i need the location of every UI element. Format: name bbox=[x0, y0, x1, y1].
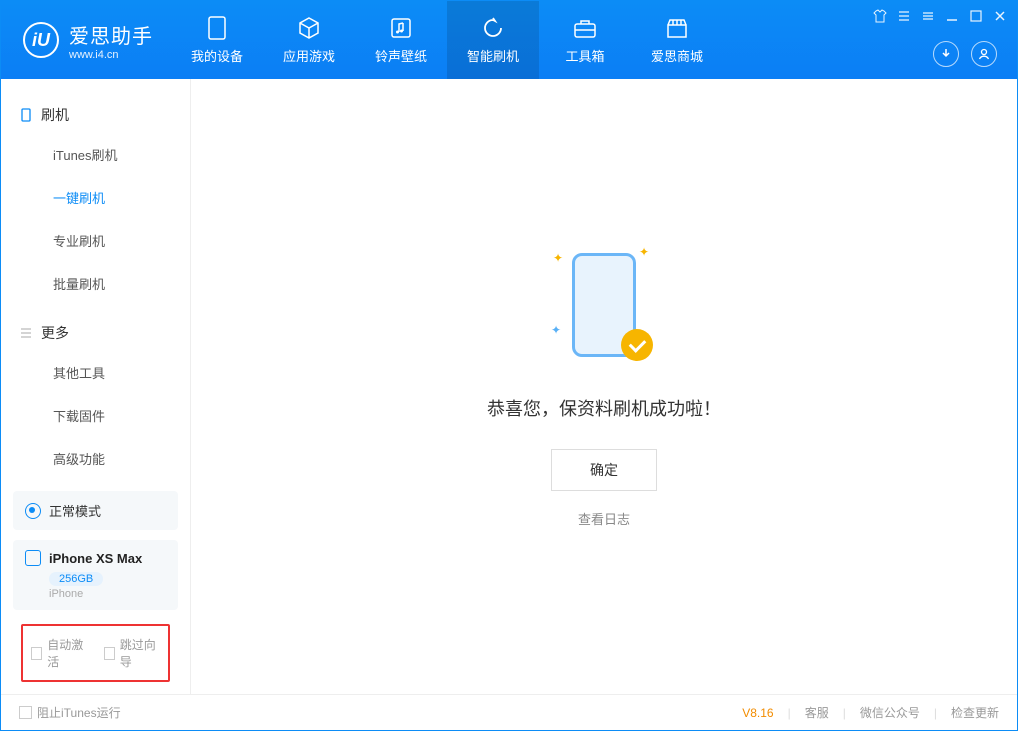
shirt-icon[interactable] bbox=[873, 9, 887, 23]
checkbox-label: 自动激活 bbox=[47, 636, 87, 670]
flash-options-highlight: 自动激活 跳过向导 bbox=[21, 624, 170, 682]
tab-label: 铃声壁纸 bbox=[375, 46, 427, 65]
tab-label: 爱思商城 bbox=[651, 46, 703, 65]
sidebar-item-pro-flash[interactable]: 专业刷机 bbox=[1, 219, 190, 262]
minimize-icon[interactable] bbox=[945, 9, 959, 23]
footer-link-update[interactable]: 检查更新 bbox=[951, 704, 999, 721]
app-name: 爱思助手 bbox=[69, 20, 153, 49]
view-log-link[interactable]: 查看日志 bbox=[578, 509, 630, 528]
tab-label: 工具箱 bbox=[565, 46, 604, 65]
store-icon bbox=[665, 16, 689, 40]
sidebar-item-download-firmware[interactable]: 下载固件 bbox=[1, 394, 190, 437]
device-icon bbox=[205, 16, 229, 40]
footer-link-wechat[interactable]: 微信公众号 bbox=[860, 704, 920, 721]
device-mode-card[interactable]: 正常模式 bbox=[13, 491, 178, 530]
section-title: 刷机 bbox=[41, 105, 69, 125]
sidebar-item-one-click-flash[interactable]: 一键刷机 bbox=[1, 176, 190, 219]
main-tabs: 我的设备 应用游戏 铃声壁纸 智能刷机 工具箱 爱思商城 bbox=[171, 1, 723, 79]
sidebar-item-other-tools[interactable]: 其他工具 bbox=[1, 351, 190, 394]
tab-store[interactable]: 爱思商城 bbox=[631, 1, 723, 79]
checkbox-label: 跳过向导 bbox=[120, 636, 160, 670]
mode-label: 正常模式 bbox=[49, 501, 101, 520]
list-icon bbox=[19, 326, 33, 340]
version-label: V8.16 bbox=[742, 706, 773, 720]
checkbox-block-itunes[interactable]: 阻止iTunes运行 bbox=[19, 704, 121, 721]
phone-icon bbox=[19, 108, 33, 122]
app-header: iU 爱思助手 www.i4.cn 我的设备 应用游戏 铃声壁纸 智能刷机 工具… bbox=[1, 1, 1017, 79]
success-message: 恭喜您，保资料刷机成功啦！ bbox=[487, 395, 721, 421]
user-account-button[interactable] bbox=[971, 41, 997, 67]
success-illustration: ✦✦✦ bbox=[559, 245, 649, 365]
toolbox-icon bbox=[573, 16, 597, 40]
tab-ringtones-wallpapers[interactable]: 铃声壁纸 bbox=[355, 1, 447, 79]
footer-link-support[interactable]: 客服 bbox=[805, 704, 829, 721]
list-icon[interactable] bbox=[897, 9, 911, 23]
mode-icon bbox=[25, 503, 41, 519]
tab-toolbox[interactable]: 工具箱 bbox=[539, 1, 631, 79]
main-content: ✦✦✦ 恭喜您，保资料刷机成功啦！ 确定 查看日志 bbox=[191, 79, 1017, 694]
window-controls bbox=[873, 9, 1007, 23]
checkbox-icon bbox=[104, 647, 115, 660]
checkbox-icon bbox=[31, 647, 42, 660]
device-card[interactable]: iPhone XS Max 256GB iPhone bbox=[13, 540, 178, 610]
tab-my-device[interactable]: 我的设备 bbox=[171, 1, 263, 79]
checkbox-label: 阻止iTunes运行 bbox=[37, 704, 121, 721]
sidebar-item-itunes-flash[interactable]: iTunes刷机 bbox=[1, 133, 190, 176]
checkbox-skip-guide[interactable]: 跳过向导 bbox=[104, 636, 161, 670]
sidebar-section-more: 更多 bbox=[1, 315, 190, 351]
tab-apps-games[interactable]: 应用游戏 bbox=[263, 1, 355, 79]
music-icon bbox=[389, 16, 413, 40]
sidebar-item-advanced[interactable]: 高级功能 bbox=[1, 437, 190, 480]
sidebar-item-batch-flash[interactable]: 批量刷机 bbox=[1, 262, 190, 305]
status-bar: 阻止iTunes运行 V8.16 | 客服 | 微信公众号 | 检查更新 bbox=[1, 694, 1017, 730]
sidebar: 刷机 iTunes刷机 一键刷机 专业刷机 批量刷机 更多 其他工具 下载固件 … bbox=[1, 79, 191, 694]
tab-label: 应用游戏 bbox=[283, 46, 335, 65]
device-name: iPhone XS Max bbox=[49, 551, 142, 566]
checkbox-icon bbox=[19, 706, 32, 719]
refresh-icon bbox=[481, 16, 505, 40]
maximize-icon[interactable] bbox=[969, 9, 983, 23]
menu-icon[interactable] bbox=[921, 9, 935, 23]
tab-label: 智能刷机 bbox=[467, 46, 519, 65]
device-storage-badge: 256GB bbox=[49, 572, 103, 586]
section-title: 更多 bbox=[41, 323, 69, 343]
ok-button[interactable]: 确定 bbox=[551, 449, 657, 491]
device-type: iPhone bbox=[49, 588, 166, 600]
device-icon bbox=[25, 550, 41, 566]
app-logo: iU 爱思助手 www.i4.cn bbox=[1, 20, 171, 61]
app-url: www.i4.cn bbox=[69, 49, 153, 61]
tab-smart-flash[interactable]: 智能刷机 bbox=[447, 1, 539, 79]
tab-label: 我的设备 bbox=[191, 46, 243, 65]
checkbox-auto-activate[interactable]: 自动激活 bbox=[31, 636, 88, 670]
checkmark-icon bbox=[621, 329, 653, 361]
sidebar-section-flash: 刷机 bbox=[1, 97, 190, 133]
close-icon[interactable] bbox=[993, 9, 1007, 23]
logo-icon: iU bbox=[23, 22, 59, 58]
download-manager-button[interactable] bbox=[933, 41, 959, 67]
cube-icon bbox=[297, 16, 321, 40]
